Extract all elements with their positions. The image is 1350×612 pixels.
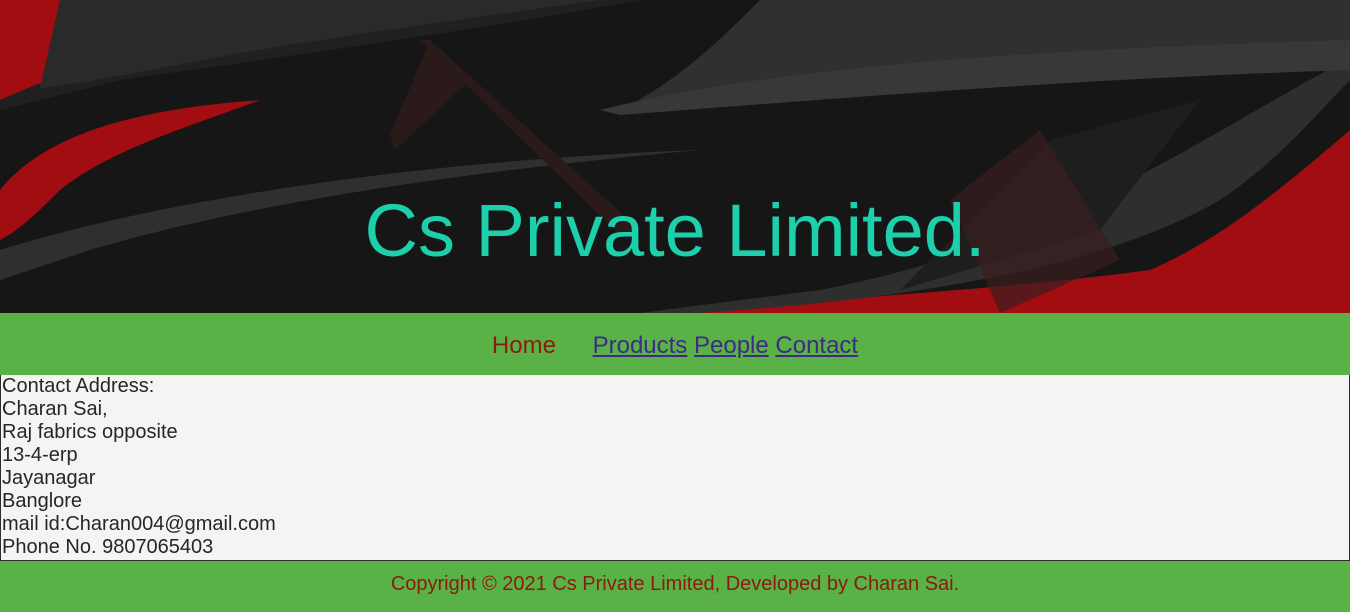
nav-links: Home Products People Contact (0, 333, 1350, 359)
nav-link-contact[interactable]: Contact (775, 332, 858, 359)
contact-name: Charan Sai, (2, 398, 108, 420)
contact-address: Contact Address: Charan Sai, Raj fabrics… (2, 375, 276, 559)
footer: Copyright © 2021 Cs Private Limited, Dev… (0, 561, 1350, 612)
contact-heading: Contact Address: (2, 375, 155, 397)
header-banner: Cs Private Limited. (0, 0, 1350, 313)
site-title: Cs Private Limited. (364, 189, 986, 272)
contact-door-number: 13-4-erp (2, 444, 78, 466)
contact-phone: Phone No. 9807065403 (2, 536, 214, 558)
nav-link-people[interactable]: People (694, 332, 769, 359)
nav-link-home[interactable]: Home (492, 332, 556, 359)
contact-section: Contact Address: Charan Sai, Raj fabrics… (0, 375, 1350, 561)
copyright-text: Copyright © 2021 Cs Private Limited, Dev… (390, 573, 960, 595)
nav-link-products[interactable]: Products (593, 332, 688, 359)
contact-landmark: Raj fabrics opposite (2, 421, 178, 443)
contact-city: Banglore (2, 490, 83, 512)
page: Cs Private Limited. Home Products People… (0, 0, 1350, 612)
main-nav: Home Products People Contact (0, 313, 1350, 375)
contact-area: Jayanagar (2, 467, 96, 489)
contact-email: mail id:Charan004@gmail.com (2, 513, 276, 535)
